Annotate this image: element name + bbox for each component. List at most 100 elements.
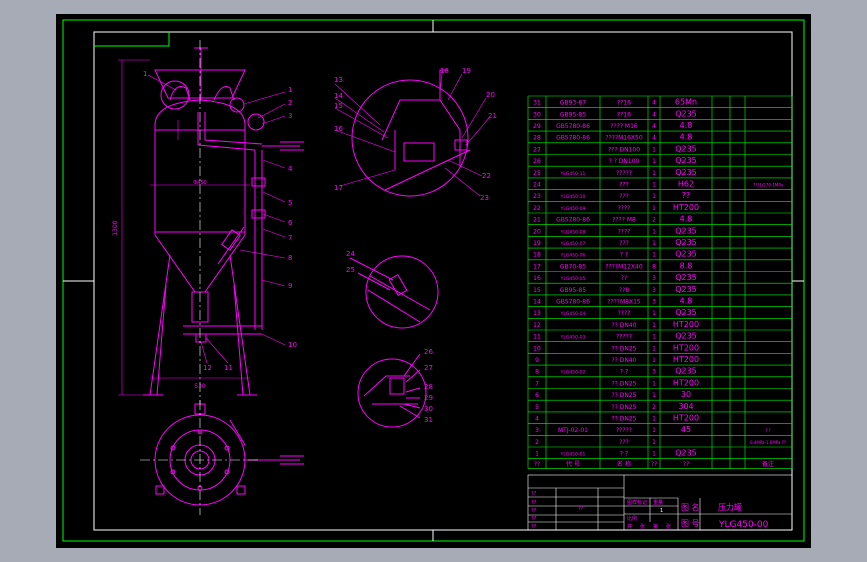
bom-item-name: ? ? <box>620 252 628 259</box>
bom-header-no: ?? <box>534 461 540 468</box>
bom-item-material: HT200 <box>673 355 699 364</box>
bom-item-code: GB70-85 <box>560 263 586 270</box>
bom-item-material: 4.8 <box>680 297 693 306</box>
bom-item-code: YLG450-11 <box>560 171 586 177</box>
drawing-number: YLG450-00 <box>718 520 769 530</box>
bom-item-code: GB93-87 <box>560 100 586 107</box>
bom-item-number: 11 <box>533 334 541 341</box>
bom-item-number: 27 <box>533 146 541 153</box>
bom-item-material: HT200 <box>673 203 699 212</box>
callout-2: 2 <box>288 99 292 107</box>
bom-item-material: Q235 <box>675 308 697 317</box>
callout-30: 30 <box>424 405 433 413</box>
callout-17: 17 <box>334 184 343 192</box>
bom-item-code: MTJ-02-01 <box>558 427 588 434</box>
bom-header-name: 名 称 <box>617 460 631 468</box>
bom-item-number: 3 <box>535 427 539 434</box>
bom-item-number: 23 <box>533 193 541 200</box>
bom-item-material: 30 <box>681 390 691 399</box>
bom-item-qty: 1 <box>652 451 656 458</box>
bom-item-material: HT200 <box>673 343 699 352</box>
bom-item-code: YLG450-03 <box>560 335 586 341</box>
bom-item-number: 12 <box>533 322 541 329</box>
bom-item-qty: 3 <box>652 287 656 294</box>
title-grid-label-5: ?? <box>531 524 537 530</box>
bom-item-material: 8.8 <box>680 261 693 270</box>
callout-19: 19 <box>462 67 471 75</box>
bom-item-number: 19 <box>533 240 541 247</box>
bom-item-material: Q235 <box>675 449 697 458</box>
title-grid-label-6: ?? <box>578 506 584 512</box>
bom-item-code: YLG450-09 <box>560 206 586 212</box>
bom-item-number: 24 <box>533 182 541 189</box>
bom-item-material: Q235 <box>675 109 697 118</box>
bom-item-name: ???? <box>618 228 631 235</box>
bom-item-name: ? ? DN100 <box>609 158 640 165</box>
drawing-name: 压力罐 <box>718 502 742 512</box>
callout-27: 27 <box>424 364 433 372</box>
bom-item-material: Q235 <box>675 144 697 153</box>
bom-item-name: ? ? <box>620 451 628 458</box>
callout-15: 15 <box>334 102 343 110</box>
bom-item-material: 304 <box>678 402 693 411</box>
bom-item-number: 22 <box>533 205 541 212</box>
cad-canvas <box>56 14 811 548</box>
callout-13: 13 <box>334 76 343 84</box>
bom-item-qty: 1 <box>652 240 656 247</box>
bom-item-qty: 1 <box>652 416 656 423</box>
bom-item-number: 31 <box>533 100 541 107</box>
bom-item-name: ??8 <box>619 287 629 294</box>
bom-item-name: ???? M8 <box>612 217 636 224</box>
bom-item-material: H62 <box>678 180 694 189</box>
bom-item-name: ????M12X40 <box>605 263 642 270</box>
callout-10: 10 <box>288 341 297 349</box>
bom-item-qty: 1 <box>652 158 656 165</box>
bom-item-code: GB5780-86 <box>556 299 590 306</box>
bom-item-code: GB5780-86 <box>556 123 590 130</box>
bom-item-number: 2 <box>535 439 539 446</box>
bom-item-qty: 8 <box>652 263 656 270</box>
bom-item-name: ?? DN40 <box>611 322 636 329</box>
bom-item-material: 4.8 <box>680 133 693 142</box>
title-scale-value: 1 <box>660 508 663 514</box>
bom-item-number: 29 <box>533 123 541 130</box>
bom-item-note: ? ? <box>765 428 771 433</box>
bom-item-code: YLG450-02 <box>560 370 586 376</box>
bom-item-code: GB5780-86 <box>556 135 590 142</box>
bom-item-material: 65Mn <box>675 98 697 107</box>
bom-item-number: 15 <box>533 287 541 294</box>
bom-item-name: ?? DN25 <box>611 345 636 352</box>
title-grid-label-3: ?? <box>531 508 537 514</box>
bom-item-qty: 1 <box>652 182 656 189</box>
drawing-number-label: 图 号 <box>681 519 700 528</box>
bom-item-name: ????M16X50 <box>605 135 642 142</box>
title-grid-label-2: ?? <box>531 500 537 506</box>
callout-9: 9 <box>288 282 292 290</box>
bom-item-material: Q235 <box>675 238 697 247</box>
callout-6: 6 <box>288 219 293 227</box>
bom-item-qty: 4 <box>652 135 656 142</box>
bom-item-material: ?? <box>682 191 691 200</box>
callout-26: 26 <box>424 348 433 356</box>
bom-item-qty: 4 <box>652 111 656 118</box>
callout-31: 31 <box>424 416 433 424</box>
bom-item-name: ????? <box>616 427 632 434</box>
callout-20: 20 <box>486 91 495 99</box>
bom-item-qty: 1 <box>652 334 656 341</box>
title-mid-label-2: 重量 <box>653 499 663 506</box>
bom-item-material: HT200 <box>673 414 699 423</box>
bom-item-qty: 3 <box>652 275 656 282</box>
bom-item-code: GB95-85 <box>560 287 586 294</box>
bom-item-name: ???? M16 <box>610 123 638 130</box>
bom-item-number: 20 <box>533 228 541 235</box>
bom-item-qty: 1 <box>652 357 656 364</box>
bom-item-name: ?? DN25 <box>611 392 636 399</box>
bom-item-material: HT200 <box>673 378 699 387</box>
bom-item-number: 28 <box>533 135 541 142</box>
bom-item-material: 4.8 <box>680 121 693 130</box>
bom-item-name: ????? <box>616 170 632 177</box>
bom-item-number: 10 <box>533 345 541 352</box>
bom-item-number: 4 <box>535 416 539 423</box>
callout-4: 4 <box>288 165 293 173</box>
bom-item-name: ??? <box>619 182 629 189</box>
